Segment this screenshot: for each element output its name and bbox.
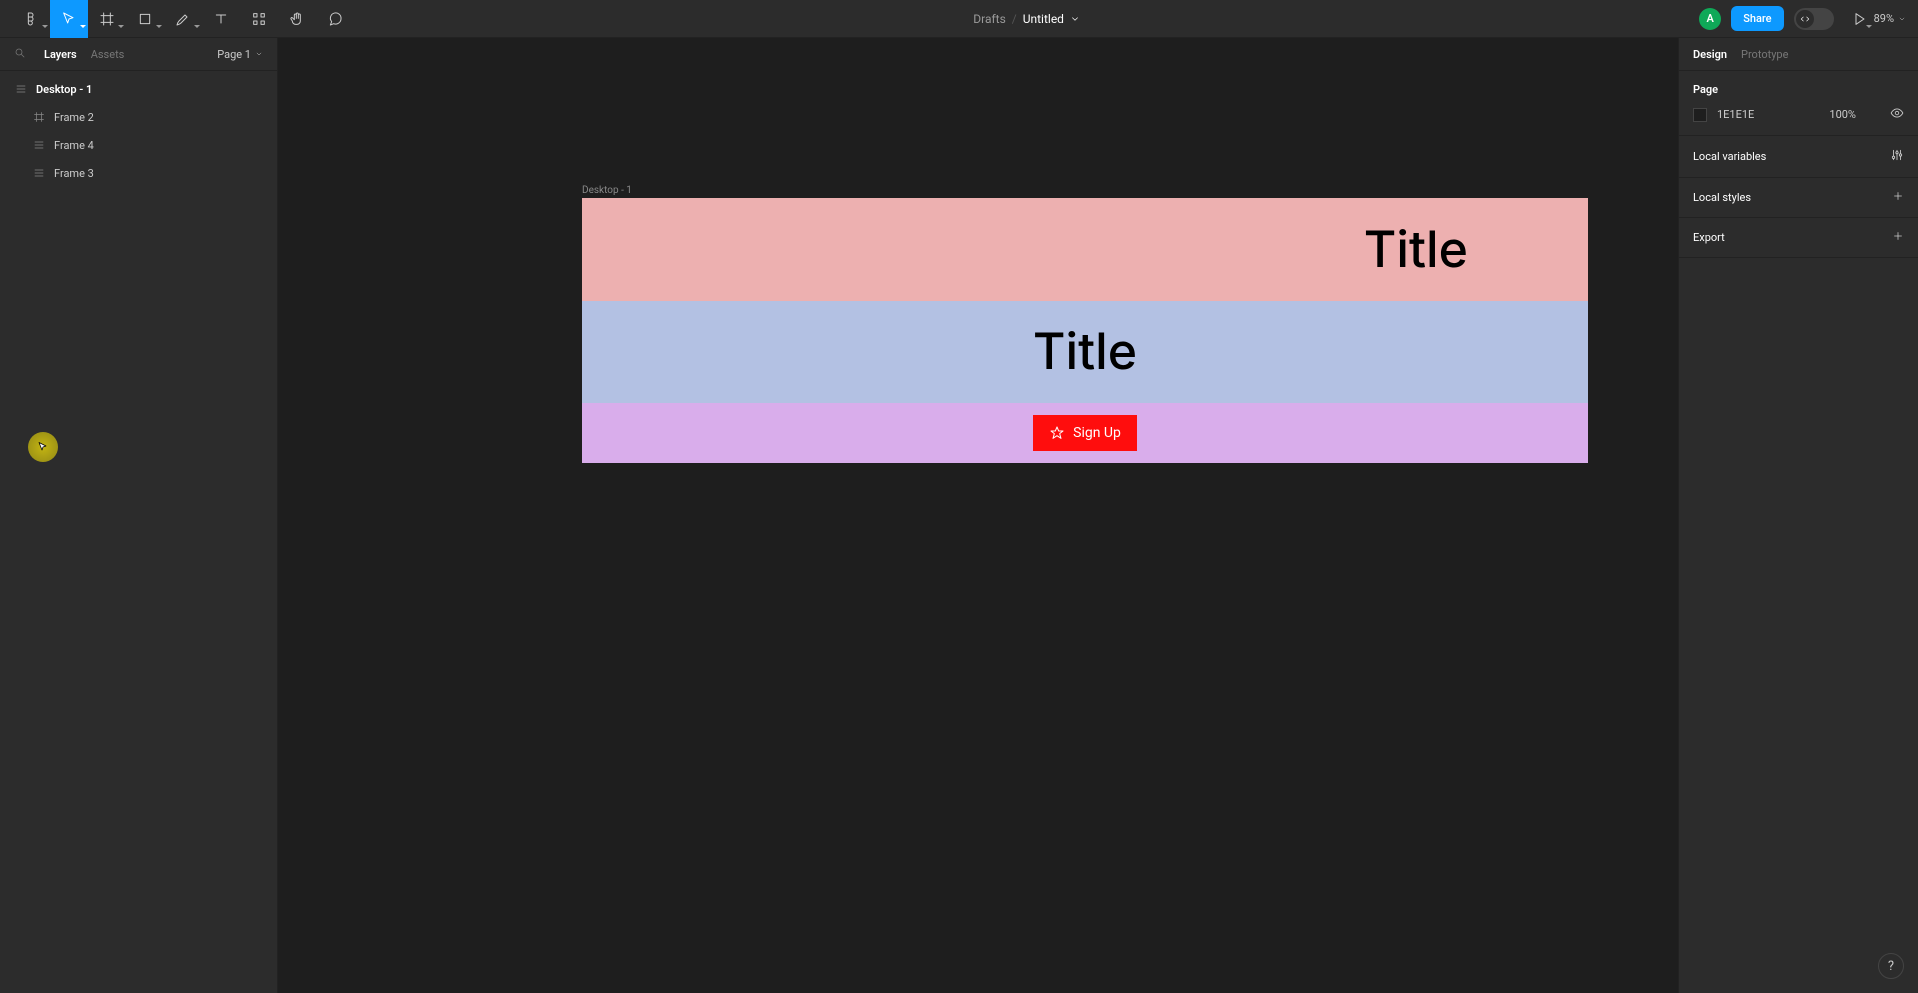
signup-button[interactable]: Sign Up	[1033, 415, 1137, 451]
color-swatch[interactable]	[1693, 108, 1707, 122]
canvas-frame-label[interactable]: Desktop - 1	[582, 185, 632, 196]
zoom-control[interactable]: 89%	[1874, 12, 1906, 25]
file-location[interactable]: Drafts / Untitled	[973, 12, 1080, 26]
zoom-value: 89%	[1874, 12, 1894, 25]
hand-tool-button[interactable]	[278, 0, 316, 38]
export-label: Export	[1693, 231, 1725, 244]
toolbar-right-group: A Share 89%	[1699, 0, 1906, 38]
page-selector[interactable]: Page 1	[217, 48, 263, 61]
plus-icon[interactable]	[1892, 190, 1904, 205]
tab-assets[interactable]: Assets	[91, 48, 125, 61]
text-tool-button[interactable]	[202, 0, 240, 38]
local-styles-label: Local styles	[1693, 191, 1751, 204]
layer-label: Frame 4	[54, 139, 94, 152]
path-separator: /	[1012, 12, 1017, 26]
resources-button[interactable]	[240, 0, 278, 38]
frame-tool-button[interactable]	[88, 0, 126, 38]
chevron-down-icon	[118, 25, 124, 28]
autolayout-icon	[32, 167, 46, 179]
page-section: Page 1E1E1E 100%	[1679, 71, 1918, 136]
chevron-down-icon	[1070, 14, 1080, 24]
visibility-toggle[interactable]	[1890, 106, 1904, 123]
chevron-down-icon	[1898, 15, 1906, 23]
layer-row-root[interactable]: Desktop - 1	[0, 75, 277, 103]
top-toolbar: Drafts / Untitled A Share 89%	[0, 0, 1918, 38]
page-background-row[interactable]: 1E1E1E 100%	[1693, 106, 1904, 123]
dev-mode-toggle[interactable]	[1794, 8, 1834, 30]
layer-row[interactable]: Frame 4	[0, 131, 277, 159]
color-hex-value[interactable]: 1E1E1E	[1717, 108, 1754, 121]
search-icon[interactable]	[14, 47, 26, 62]
canvas[interactable]: Desktop - 1 Title Title Sign Up	[278, 38, 1678, 993]
autolayout-icon	[32, 139, 46, 151]
local-variables-label: Local variables	[1693, 150, 1766, 163]
frame-band-2[interactable]: Title	[582, 301, 1588, 403]
cursor-icon	[37, 441, 49, 453]
canvas-frame-desktop-1[interactable]: Title Title Sign Up	[582, 198, 1588, 463]
signup-label: Sign Up	[1073, 425, 1121, 441]
star-icon	[1049, 425, 1065, 441]
chevron-down-icon	[255, 50, 263, 58]
tab-prototype[interactable]: Prototype	[1741, 48, 1788, 61]
frame-icon	[32, 111, 46, 123]
chevron-down-icon	[80, 25, 86, 28]
title-text-1: Title	[1364, 220, 1468, 280]
title-text-2: Title	[1033, 322, 1137, 382]
layer-row[interactable]: Frame 3	[0, 159, 277, 187]
left-panel-tabs: Layers Assets Page 1	[0, 38, 277, 71]
share-button[interactable]: Share	[1731, 6, 1783, 31]
layer-label: Frame 3	[54, 167, 94, 180]
tab-layers[interactable]: Layers	[44, 48, 77, 61]
chevron-down-icon	[42, 25, 48, 28]
move-tool-button[interactable]	[50, 0, 88, 38]
chevron-down-icon	[1866, 25, 1872, 28]
sliders-icon[interactable]	[1890, 148, 1904, 165]
chevron-down-icon	[194, 25, 200, 28]
color-opacity-value[interactable]: 100%	[1829, 108, 1856, 121]
left-panel: Layers Assets Page 1 Desktop - 1 Frame 2…	[0, 38, 278, 993]
layer-label: Frame 2	[54, 111, 94, 124]
plus-icon[interactable]	[1892, 230, 1904, 245]
right-panel-tabs: Design Prototype	[1679, 38, 1918, 71]
pen-tool-button[interactable]	[164, 0, 202, 38]
autolayout-icon	[14, 83, 28, 95]
shape-tool-button[interactable]	[126, 0, 164, 38]
local-styles-section[interactable]: Local styles	[1679, 178, 1918, 218]
frame-band-3[interactable]: Sign Up	[582, 403, 1588, 463]
layers-tree: Desktop - 1 Frame 2 Frame 4 Frame 3	[0, 71, 277, 191]
chevron-down-icon	[156, 25, 162, 28]
eye-icon	[1890, 106, 1904, 120]
tab-design[interactable]: Design	[1693, 48, 1727, 61]
right-panel: Design Prototype Page 1E1E1E 100% Local …	[1678, 38, 1918, 993]
avatar[interactable]: A	[1699, 8, 1721, 30]
cursor-highlight	[28, 432, 58, 462]
toolbar-left-group	[12, 0, 354, 38]
help-button[interactable]: ?	[1878, 953, 1904, 979]
export-section[interactable]: Export	[1679, 218, 1918, 258]
layer-row[interactable]: Frame 2	[0, 103, 277, 131]
file-name[interactable]: Untitled	[1023, 12, 1064, 26]
main-area: Layers Assets Page 1 Desktop - 1 Frame 2…	[0, 38, 1918, 993]
page-section-title: Page	[1693, 83, 1904, 96]
dev-mode-knob	[1796, 10, 1814, 28]
code-icon	[1800, 14, 1810, 24]
drafts-label: Drafts	[973, 12, 1006, 26]
local-variables-section[interactable]: Local variables	[1679, 136, 1918, 178]
frame-band-1[interactable]: Title	[582, 198, 1588, 301]
figma-menu-button[interactable]	[12, 0, 50, 38]
layer-label: Desktop - 1	[36, 83, 92, 96]
page-selector-label: Page 1	[217, 48, 251, 61]
present-button[interactable]	[1846, 0, 1874, 38]
comment-tool-button[interactable]	[316, 0, 354, 38]
